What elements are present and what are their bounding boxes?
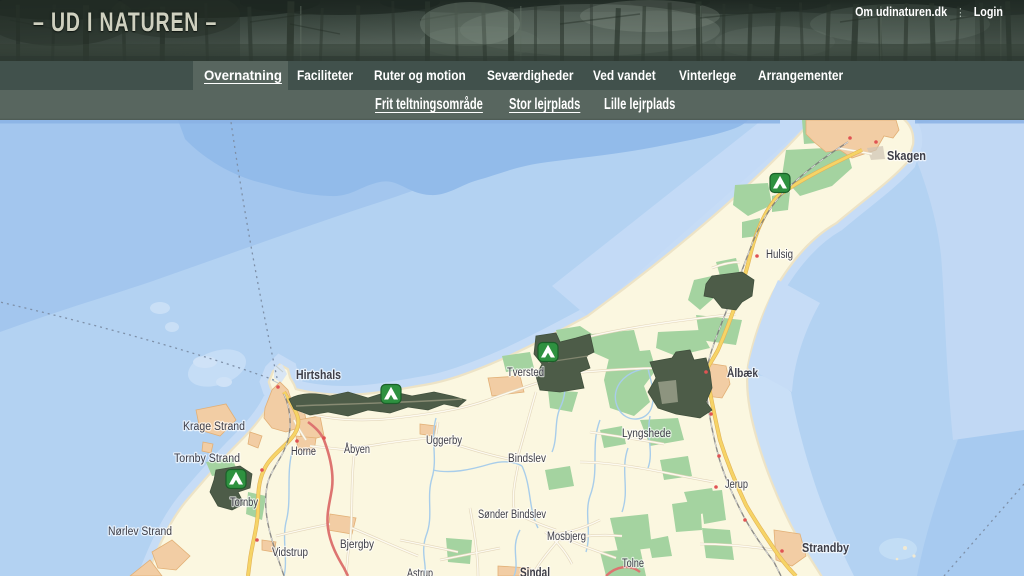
svg-text:Skagen: Skagen	[887, 148, 926, 163]
svg-text:Hulsig: Hulsig	[766, 249, 793, 261]
svg-text:Tornby: Tornby	[230, 497, 258, 509]
svg-text:Hirtshals: Hirtshals	[296, 368, 341, 382]
svg-text:Tversted: Tversted	[507, 367, 544, 379]
svg-text:Åbyen: Åbyen	[344, 443, 370, 456]
svg-text:Strandby: Strandby	[802, 540, 850, 555]
svg-text:Nørlev Strand: Nørlev Strand	[108, 526, 172, 538]
svg-text:Sindal: Sindal	[520, 565, 550, 576]
svg-text:Lyngshede: Lyngshede	[622, 428, 671, 440]
svg-text:Sønder Bindslev: Sønder Bindslev	[478, 509, 546, 521]
svg-text:Astrup: Astrup	[407, 568, 433, 576]
svg-text:Mosbjerg: Mosbjerg	[547, 531, 586, 543]
svg-text:Krage Strand: Krage Strand	[183, 421, 245, 433]
svg-text:Vidstrup: Vidstrup	[272, 547, 308, 559]
svg-text:Uggerby: Uggerby	[426, 435, 462, 447]
svg-text:Ålbæk: Ålbæk	[727, 365, 758, 380]
svg-text:Jerup: Jerup	[725, 479, 748, 491]
svg-text:Bjergby: Bjergby	[340, 539, 374, 551]
svg-text:Tornby Strand: Tornby Strand	[174, 453, 240, 465]
svg-text:Bindslev: Bindslev	[508, 453, 546, 465]
svg-text:Tolne: Tolne	[622, 558, 644, 570]
svg-text:Horne: Horne	[291, 446, 316, 458]
